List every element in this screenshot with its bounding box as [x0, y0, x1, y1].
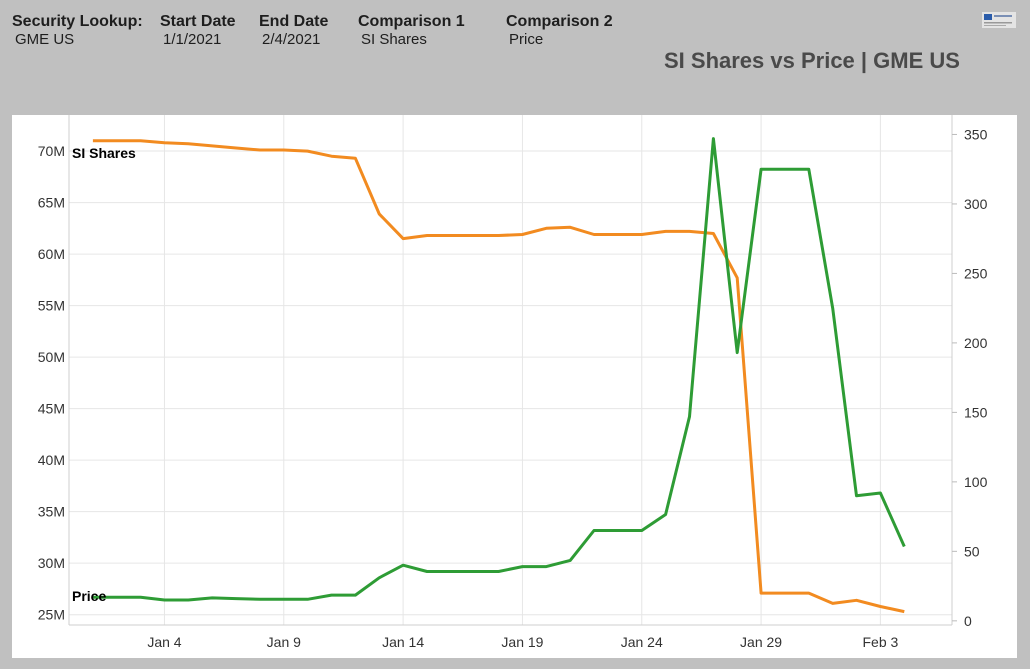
- y-right-tick-label: 50: [964, 543, 980, 559]
- series-line-price: [92, 137, 906, 602]
- y-right-tick-label: 250: [964, 265, 988, 281]
- y-left-tick-label: 65M: [38, 195, 65, 211]
- start-date-value[interactable]: 1/1/2021: [163, 31, 236, 48]
- start-date-label: Start Date: [160, 13, 236, 30]
- y-right-tick-label: 200: [964, 335, 988, 351]
- comparison-2-field: Comparison 2 Price: [506, 13, 613, 48]
- y-left-tick-label: 70M: [38, 143, 65, 159]
- x-tick-label: Jan 24: [621, 634, 663, 650]
- y-left-tick-label: 25M: [38, 607, 65, 623]
- y-left-tick-label: 35M: [38, 504, 65, 520]
- annotation-si-shares: SI Shares: [72, 145, 136, 161]
- y-left-tick-label: 45M: [38, 401, 65, 417]
- comparison-2-value[interactable]: Price: [509, 31, 613, 48]
- end-date-field: End Date 2/4/2021: [259, 13, 328, 48]
- y-right-tick-label: 0: [964, 613, 972, 629]
- y-right-tick-label: 150: [964, 404, 988, 420]
- y-left-tick-label: 50M: [38, 349, 65, 365]
- comparison-1-label: Comparison 1: [358, 13, 465, 30]
- y-left-tick-label: 55M: [38, 298, 65, 314]
- x-tick-label: Jan 29: [740, 634, 782, 650]
- s3-partners-logo-icon: [982, 12, 1016, 28]
- series-line-si-shares: [92, 139, 905, 614]
- y-left-tick-label: 30M: [38, 555, 65, 571]
- x-tick-label: Jan 14: [382, 634, 424, 650]
- chart-panel: 25M 30M 35M 40M 45M 50M 55M 60M 65M 70M Jan 4 Jan 9…: [12, 115, 1017, 658]
- x-tick-label: Jan 9: [267, 634, 301, 650]
- line-chart: 25M 30M 35M 40M 45M 50M 55M 60M 65M 70M Jan 4 Jan 9…: [38, 115, 988, 650]
- annotation-price: Price: [72, 588, 106, 604]
- x-tick-label: Jan 19: [501, 634, 543, 650]
- end-date-label: End Date: [259, 13, 329, 30]
- y-left-tick-label: 40M: [38, 452, 65, 468]
- comparison-1-field: Comparison 1 SI Shares: [358, 13, 465, 48]
- x-tick-label: Jan 4: [147, 634, 181, 650]
- y-right-tick-label: 100: [964, 474, 988, 490]
- x-tick-label: Feb 3: [862, 634, 898, 650]
- end-date-value[interactable]: 2/4/2021: [262, 31, 328, 48]
- security-lookup-field: Security Lookup: GME US: [12, 13, 143, 48]
- chart-title: SI Shares vs Price | GME US: [664, 48, 960, 73]
- y-left-tick-label: 60M: [38, 246, 65, 262]
- comparison-1-value[interactable]: SI Shares: [361, 31, 465, 48]
- start-date-field: Start Date 1/1/2021: [160, 13, 236, 48]
- comparison-2-label: Comparison 2: [506, 13, 613, 30]
- security-lookup-value[interactable]: GME US: [15, 31, 143, 48]
- y-right-tick-label: 300: [964, 196, 988, 212]
- y-right-tick-label: 350: [964, 126, 988, 142]
- security-lookup-label: Security Lookup:: [12, 13, 143, 30]
